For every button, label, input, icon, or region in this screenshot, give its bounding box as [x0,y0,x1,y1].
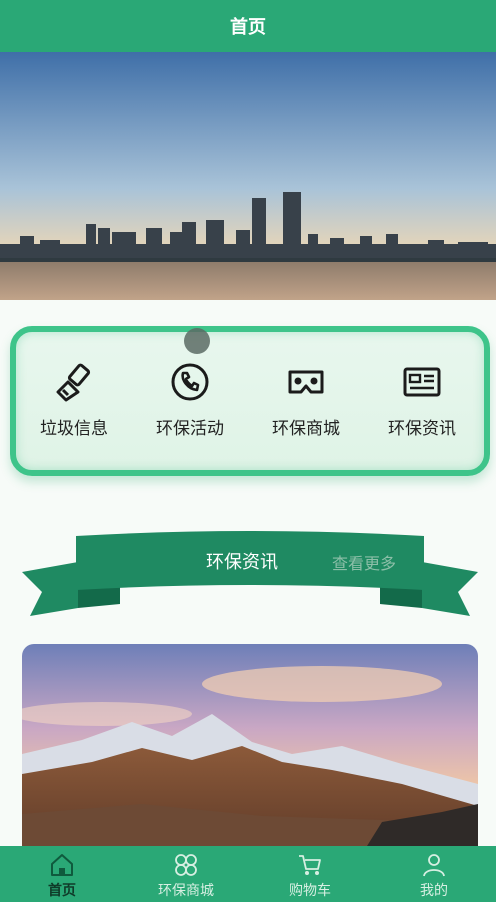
bottom-tab-bar: 首页 环保商城 购物车 我的 [0,846,496,902]
tab-label: 首页 [48,883,76,899]
brush-icon [56,363,91,402]
quick-entry-label: 垃圾信息 [40,419,108,439]
grid-icon [175,854,197,876]
quick-entry-eco-mall[interactable]: 环保商城 [248,362,364,452]
news-section-title: 环保资讯 [206,552,278,573]
id-card-icon [403,367,441,397]
tab-cart[interactable]: 购物车 [248,846,372,902]
floating-dot-handle[interactable] [184,328,210,354]
quick-entry-eco-activity[interactable]: 环保活动 [132,362,248,452]
quick-entry-label: 环保商城 [272,419,340,439]
vr-glasses-icon [288,370,324,394]
quick-entry-trash-info[interactable]: 垃圾信息 [16,362,132,452]
tab-label: 环保商城 [158,883,214,899]
phone-icon [171,363,209,401]
quick-entry-label: 环保资讯 [388,419,456,439]
quick-entry-row: 垃圾信息 环保活动 环保商城 环保资讯 [16,362,480,452]
news-section-header: 环保资讯 查看更多 [20,528,480,620]
view-more-link[interactable]: 查看更多 [332,550,396,574]
tab-home[interactable]: 首页 [0,846,124,902]
page-header: 首页 [0,0,496,52]
tab-eco-mall[interactable]: 环保商城 [124,846,248,902]
ribbon-banner [22,531,478,616]
home-icon [51,854,73,876]
city-skyline-banner[interactable] [0,52,496,300]
tab-label: 我的 [420,883,448,899]
quick-entry-eco-news[interactable]: 环保资讯 [364,362,480,452]
tab-mine[interactable]: 我的 [372,846,496,902]
tab-label: 购物车 [289,883,331,899]
cart-icon [299,855,321,875]
quick-entry-label: 环保活动 [156,419,224,439]
user-icon [423,854,445,877]
news-card-image[interactable] [22,644,478,854]
page-title: 首页 [230,17,266,38]
